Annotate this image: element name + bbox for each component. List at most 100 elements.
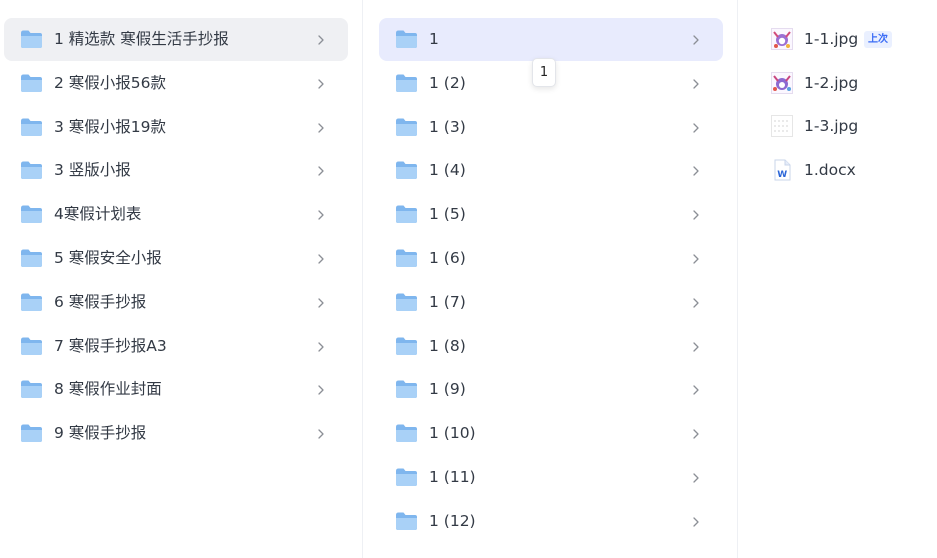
hover-tooltip: 1 <box>532 58 556 87</box>
folder-icon <box>20 336 43 356</box>
image-thumbnail-icon <box>771 115 793 137</box>
folder-icon <box>20 73 43 93</box>
file-item[interactable]: 1-1.jpg 上次 <box>769 18 919 61</box>
folder-name: 6 寒假手抄报 <box>54 292 147 311</box>
folder-name: 5 寒假安全小报 <box>54 249 162 267</box>
chevron-right-icon <box>690 470 702 484</box>
file-item[interactable]: 1-2.jpg <box>769 62 919 105</box>
folder-icon <box>20 29 43 49</box>
folder-name: 1 <box>429 30 439 48</box>
folder-item[interactable]: 7 寒假手抄报A3 <box>4 325 348 368</box>
chevron-right-icon <box>315 163 327 177</box>
folder-item[interactable]: 8 寒假作业封面 <box>4 368 348 411</box>
folder-name: 4寒假计划表 <box>54 205 142 224</box>
chevron-right-icon <box>315 339 327 353</box>
folder-icon <box>20 160 43 180</box>
folder-item[interactable]: 5 寒假安全小报 <box>4 237 348 280</box>
folder-icon <box>395 336 418 356</box>
folder-item[interactable]: 1 精选款 寒假生活手抄报 <box>4 18 348 61</box>
folder-item[interactable]: 1 (7) <box>379 281 723 324</box>
folder-icon <box>395 467 418 487</box>
folder-icon <box>395 204 418 224</box>
folder-name: 9 寒假手抄报 <box>54 424 147 443</box>
chevron-right-icon <box>690 382 702 396</box>
chevron-right-icon <box>690 120 702 134</box>
file-name: 1.docx <box>804 161 856 179</box>
folder-item[interactable]: 1 (9) <box>379 368 723 411</box>
folder-name: 3 寒假小报19款 <box>54 117 167 136</box>
chevron-right-icon <box>690 76 702 90</box>
folder-name: 7 寒假手抄报A3 <box>54 336 167 355</box>
folder-icon <box>395 379 418 399</box>
folder-name: 1 (12) <box>429 511 476 530</box>
folder-item[interactable]: 2 寒假小报56款 <box>4 62 348 105</box>
folder-icon <box>395 117 418 137</box>
chevron-right-icon <box>315 382 327 396</box>
folder-item[interactable]: 4寒假计划表 <box>4 193 348 236</box>
file-name: 1-2.jpg <box>804 74 859 92</box>
folder-icon <box>395 248 418 268</box>
file-item[interactable]: W 1.docx <box>769 149 919 192</box>
chevron-right-icon <box>315 120 327 134</box>
folder-name: 1 (9) <box>429 380 466 399</box>
folder-name: 2 寒假小报56款 <box>54 73 167 92</box>
chevron-right-icon <box>690 32 702 46</box>
folder-name: 1 (10) <box>429 424 476 443</box>
chevron-right-icon <box>690 163 702 177</box>
folder-item[interactable]: 1 (10) <box>379 412 723 455</box>
chevron-right-icon <box>315 426 327 440</box>
folder-icon <box>20 117 43 137</box>
folder-item[interactable]: 1 (8) <box>379 325 723 368</box>
image-thumbnail-icon <box>771 72 793 94</box>
folder-item[interactable]: 1 (3) <box>379 106 723 149</box>
folder-item[interactable]: 1 (5) <box>379 193 723 236</box>
chevron-right-icon <box>315 76 327 90</box>
folder-name: 8 寒假作业封面 <box>54 380 162 399</box>
folder-column-1: 1 精选款 寒假生活手抄报 2 寒假小报56款 3 寒假小报19款 3 竖版小报 4寒假… <box>0 0 362 558</box>
folder-icon <box>395 29 418 49</box>
folder-icon <box>20 423 43 443</box>
folder-name: 1 (3) <box>429 117 466 136</box>
svg-text:W: W <box>777 170 787 180</box>
folder-name: 1 (11) <box>429 468 476 486</box>
folder-icon <box>20 204 43 224</box>
chevron-right-icon <box>690 339 702 353</box>
column-divider <box>362 0 363 558</box>
folder-name: 3 竖版小报 <box>54 161 131 180</box>
chevron-right-icon <box>690 426 702 440</box>
folder-item[interactable]: 1 (11) <box>379 456 723 499</box>
chevron-right-icon <box>315 295 327 309</box>
folder-name: 1 (8) <box>429 336 466 355</box>
last-opened-badge: 上次 <box>864 31 892 48</box>
word-doc-icon: W <box>771 159 793 181</box>
folder-item[interactable]: 1 (6) <box>379 237 723 280</box>
folder-item[interactable]: 3 竖版小报 <box>4 149 348 192</box>
chevron-right-icon <box>690 514 702 528</box>
folder-icon <box>395 73 418 93</box>
folder-icon <box>20 379 43 399</box>
folder-name: 1 精选款 寒假生活手抄报 <box>54 30 229 48</box>
image-thumbnail-icon <box>771 28 793 50</box>
folder-item[interactable]: 1 <box>379 18 723 61</box>
folder-item[interactable]: 1 (4) <box>379 149 723 192</box>
folder-icon <box>395 292 418 312</box>
folder-item[interactable]: 9 寒假手抄报 <box>4 412 348 455</box>
folder-icon <box>395 511 418 531</box>
folder-item[interactable]: 6 寒假手抄报 <box>4 281 348 324</box>
folder-name: 1 (2) <box>429 73 466 92</box>
folder-item[interactable]: 1 (12) <box>379 500 723 543</box>
folder-name: 1 (6) <box>429 249 466 267</box>
chevron-right-icon <box>690 251 702 265</box>
folder-item[interactable]: 3 寒假小报19款 <box>4 106 348 149</box>
chevron-right-icon <box>315 251 327 265</box>
folder-icon <box>20 292 43 312</box>
file-item[interactable]: 1-3.jpg <box>769 105 919 148</box>
column-divider <box>737 0 738 558</box>
folder-icon <box>395 423 418 443</box>
file-name: 1-1.jpg <box>804 30 859 48</box>
folder-name: 1 (7) <box>429 292 466 311</box>
chevron-right-icon <box>690 295 702 309</box>
folder-icon <box>20 248 43 268</box>
folder-name: 1 (4) <box>429 161 466 180</box>
chevron-right-icon <box>315 32 327 46</box>
